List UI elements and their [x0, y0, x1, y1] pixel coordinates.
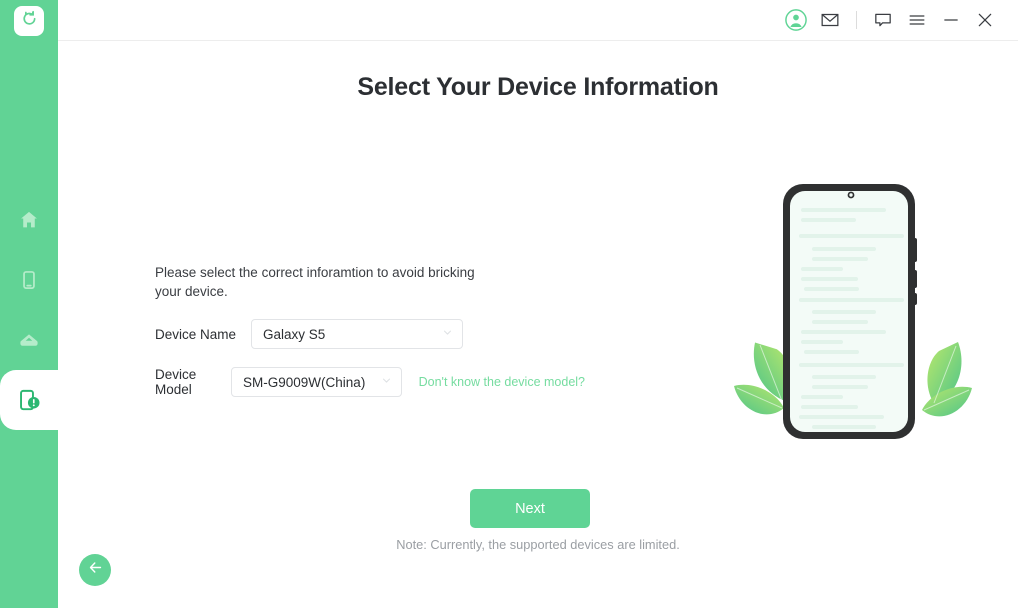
device-name-select[interactable]: Galaxy S5	[251, 319, 463, 349]
home-icon	[18, 209, 40, 231]
device-name-label: Device Name	[155, 326, 237, 342]
sidebar-item-repair[interactable]	[0, 354, 66, 446]
device-name-value: Galaxy S5	[263, 326, 326, 342]
sidebar-item-home[interactable]	[0, 190, 58, 250]
sidebar	[0, 0, 66, 608]
app-logo	[14, 6, 44, 36]
mail-icon[interactable]	[813, 5, 847, 35]
back-button[interactable]	[79, 554, 111, 586]
leaf-right-group	[922, 342, 972, 417]
refresh-loop-icon	[20, 9, 39, 33]
titlebar-divider	[856, 11, 857, 29]
app-window: Select Your Device Information Please se…	[0, 0, 1018, 608]
device-name-row: Device Name Galaxy S5	[155, 319, 585, 349]
account-avatar-icon[interactable]	[779, 5, 813, 35]
phone-alert-icon	[17, 388, 42, 413]
page-title: Select Your Device Information	[357, 73, 719, 101]
hamburger-menu-icon[interactable]	[900, 5, 934, 35]
sidebar-item-device[interactable]	[0, 250, 58, 310]
intro-text: Please select the correct inforamtion to…	[155, 265, 475, 299]
chat-bubble-icon[interactable]	[866, 5, 900, 35]
chevron-down-icon	[442, 325, 453, 343]
cloud-upload-icon	[17, 328, 41, 352]
sidebar-nav	[0, 190, 66, 446]
device-model-help-link[interactable]: Don't know the device model?	[419, 375, 585, 389]
title-bar	[58, 0, 1018, 41]
device-form: Please select the correct inforamtion to…	[155, 263, 585, 397]
device-model-select[interactable]: SM-G9009W(China)	[231, 367, 402, 397]
device-model-label: Device Model	[155, 367, 197, 397]
device-model-row: Device Model SM-G9009W(China) Don't know…	[155, 367, 585, 397]
main-content: Select Your Device Information Please se…	[58, 41, 1018, 608]
phone-icon	[18, 269, 40, 291]
minimize-icon[interactable]	[934, 5, 968, 35]
close-icon[interactable]	[968, 5, 1002, 35]
device-model-value: SM-G9009W(China)	[243, 374, 366, 390]
arrow-left-icon	[87, 559, 104, 581]
chevron-down-icon	[381, 373, 392, 391]
phone-with-leaves-illustration	[726, 170, 976, 460]
next-button[interactable]: Next	[470, 489, 590, 528]
note-text: Note: Currently, the supported devices a…	[396, 537, 680, 552]
